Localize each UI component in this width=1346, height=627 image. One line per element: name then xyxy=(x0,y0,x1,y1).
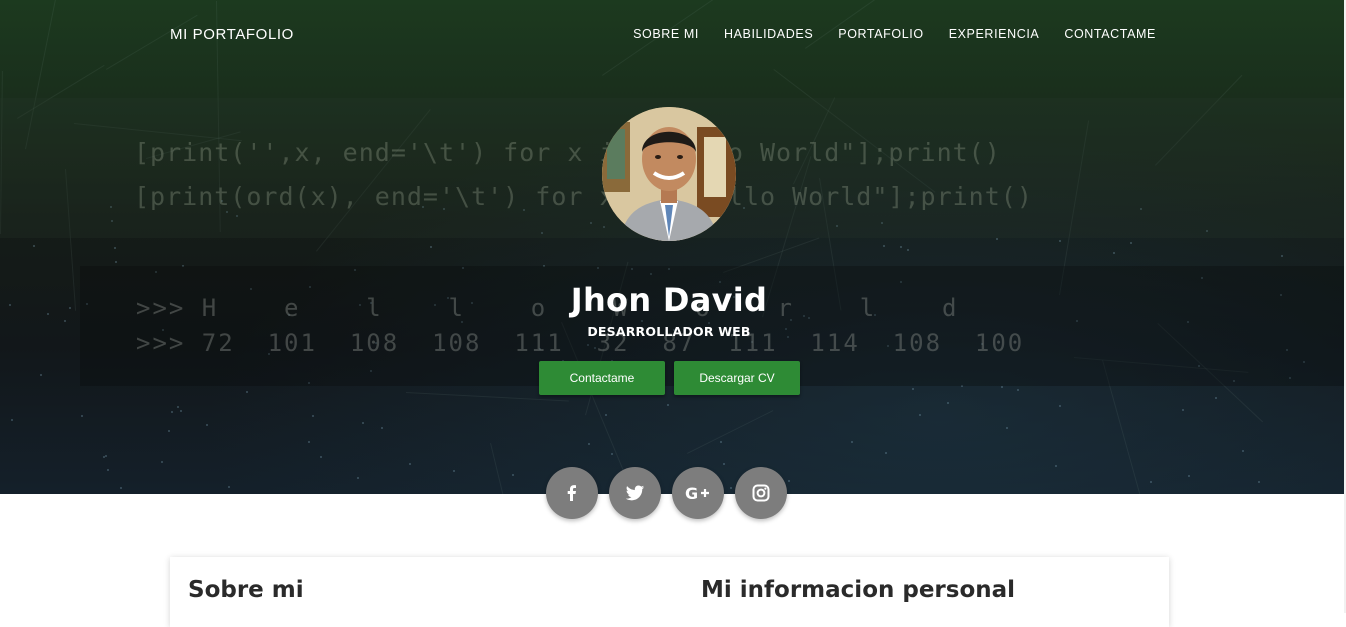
contact-button[interactable]: Contactame xyxy=(539,361,665,395)
background-star xyxy=(907,248,910,251)
nav-link-habilidades[interactable]: HABILIDADES xyxy=(724,27,813,41)
background-network-line xyxy=(805,0,885,49)
background-star xyxy=(119,487,122,490)
background-star xyxy=(409,463,412,466)
google-plus-button[interactable]: G xyxy=(672,467,724,519)
background-star xyxy=(381,426,384,429)
svg-text:G: G xyxy=(685,484,698,503)
background-star xyxy=(179,409,182,412)
profile-avatar xyxy=(602,107,736,241)
background-star xyxy=(319,456,322,459)
background-star xyxy=(947,402,950,405)
background-star xyxy=(1005,426,1008,429)
background-star xyxy=(452,469,455,472)
background-star xyxy=(719,440,722,443)
background-star xyxy=(1182,409,1185,412)
background-star xyxy=(176,405,179,408)
background-star xyxy=(730,487,733,490)
background-star xyxy=(611,452,614,455)
hero-role: DESARROLLADOR WEB xyxy=(587,324,751,339)
background-star xyxy=(604,414,607,417)
background-star xyxy=(1129,242,1132,245)
background-star xyxy=(1059,239,1062,242)
background-star xyxy=(512,474,515,477)
background-star xyxy=(115,261,118,264)
background-code-line-2: [print(ord(x), end='\t') for x in "Hello… xyxy=(134,182,1033,211)
background-star xyxy=(1016,389,1019,392)
nav-link-contactame[interactable]: CONTACTAME xyxy=(1064,27,1156,41)
background-star xyxy=(1188,474,1191,477)
background-code-line-1: [print('',x, end='\t') for x in "Hello W… xyxy=(134,138,1001,167)
background-network-line xyxy=(490,442,542,494)
background-star xyxy=(1258,481,1261,484)
background-star xyxy=(1054,465,1057,468)
background-star xyxy=(1112,251,1115,254)
background-star xyxy=(357,477,360,480)
background-star xyxy=(39,374,42,377)
background-star xyxy=(32,244,35,247)
background-star xyxy=(1280,254,1283,257)
twitter-icon xyxy=(625,485,645,501)
background-star xyxy=(884,452,887,455)
about-title: Sobre mi xyxy=(188,577,304,603)
background-star xyxy=(161,460,164,463)
facebook-button[interactable] xyxy=(546,467,598,519)
background-star xyxy=(995,238,998,241)
brand-logo[interactable]: MI PORTAFOLIO xyxy=(170,26,294,43)
nav-link-portafolio[interactable]: PORTAFOLIO xyxy=(838,27,923,41)
background-star xyxy=(228,485,231,488)
profile-photo xyxy=(602,107,736,241)
background-star xyxy=(723,462,726,465)
background-star xyxy=(11,419,14,422)
background-star xyxy=(588,443,591,446)
background-star xyxy=(1214,396,1217,399)
background-network-line xyxy=(686,409,773,454)
background-star xyxy=(430,246,433,249)
background-star xyxy=(882,244,885,247)
background-star xyxy=(1241,449,1244,452)
facebook-icon xyxy=(567,485,576,501)
background-star xyxy=(205,424,208,427)
background-star xyxy=(307,440,310,443)
background-star xyxy=(919,413,922,416)
google-plus-icon: G xyxy=(685,484,709,503)
background-star xyxy=(311,414,314,417)
background-star xyxy=(106,468,109,471)
background-star xyxy=(1150,480,1153,483)
background-star xyxy=(81,415,84,418)
background-star xyxy=(1058,405,1061,408)
twitter-button[interactable] xyxy=(609,467,661,519)
background-star xyxy=(246,390,249,393)
background-star xyxy=(788,479,791,482)
background-star xyxy=(666,403,669,406)
background-star xyxy=(362,422,365,425)
download-cv-button[interactable]: Descargar CV xyxy=(674,361,800,395)
hero-section: [print('',x, end='\t') for x in "Hello W… xyxy=(0,0,1344,494)
background-star xyxy=(912,387,915,390)
nav-link-sobre-mi[interactable]: SOBRE MI xyxy=(633,27,699,41)
nav-link-experiencia[interactable]: EXPERIENCIA xyxy=(949,27,1040,41)
background-star xyxy=(113,247,116,250)
about-card: Sobre mi Mi informacion personal xyxy=(170,557,1169,627)
instagram-icon xyxy=(752,484,770,502)
background-star xyxy=(105,454,108,457)
hero-name: Jhon David xyxy=(570,281,768,319)
background-star xyxy=(900,245,903,248)
main-nav: SOBRE MI HABILIDADES PORTAFOLIO EXPERIEN… xyxy=(633,27,1156,41)
background-star xyxy=(851,440,854,443)
background-star xyxy=(170,411,173,414)
background-star xyxy=(63,319,66,322)
instagram-button[interactable] xyxy=(735,467,787,519)
background-star xyxy=(167,430,170,433)
personal-info-title: Mi informacion personal xyxy=(701,577,1016,603)
